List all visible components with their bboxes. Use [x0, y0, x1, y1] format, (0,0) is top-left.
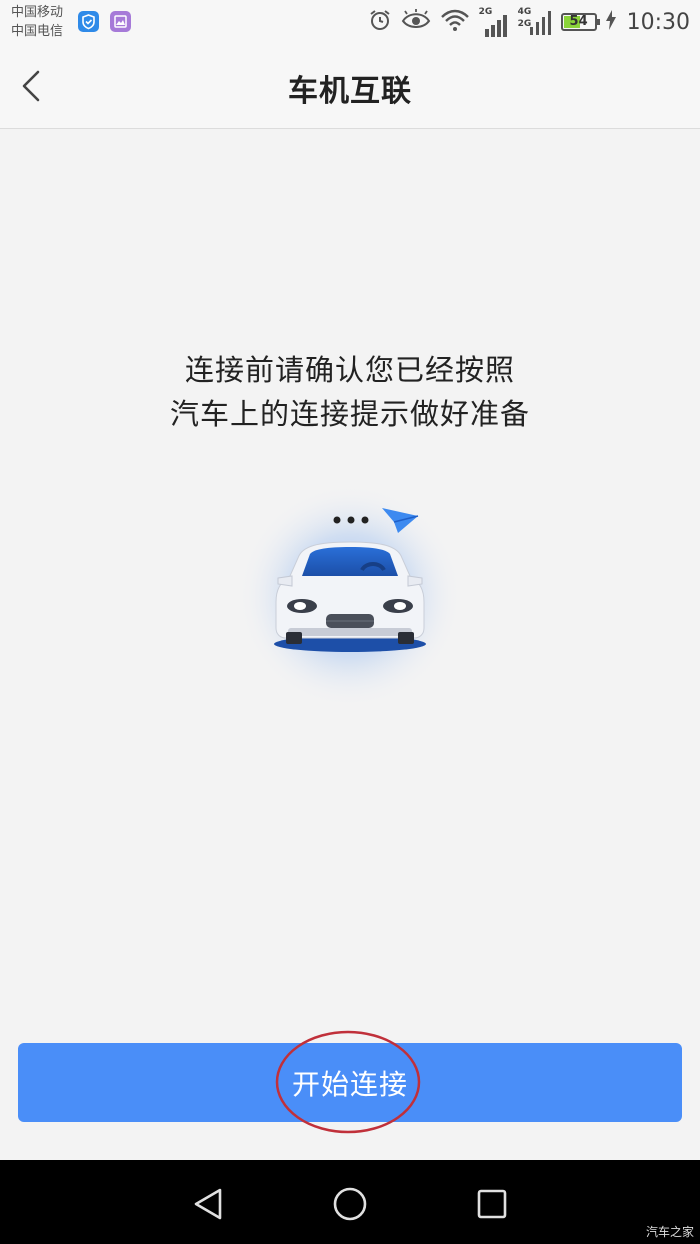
wifi-icon	[440, 8, 470, 36]
app-header: 车机互联	[0, 44, 700, 129]
nav-recent-button[interactable]	[472, 1184, 512, 1224]
instruction-line-1: 连接前请确认您已经按照	[184, 353, 515, 387]
battery-level-text: 54	[569, 14, 588, 29]
carrier-info: 中国移动 中国电信	[11, 3, 63, 41]
car-connect-icon	[230, 478, 470, 718]
shield-app-icon	[78, 11, 99, 32]
nav-back-icon	[188, 1188, 228, 1228]
nav-back-button[interactable]	[188, 1184, 228, 1224]
photo-app-icon	[110, 11, 131, 32]
status-indicators: 2G 4G 2G 54 10:30	[368, 0, 690, 44]
nav-home-icon	[330, 1187, 370, 1228]
start-connection-button[interactable]: 开始连接	[18, 1043, 682, 1122]
signal-icon: 2G	[479, 7, 509, 37]
carrier-label-2: 中国电信	[11, 24, 64, 39]
charging-icon	[605, 10, 616, 34]
alarm-icon	[368, 8, 392, 36]
eye-icon	[401, 8, 431, 36]
status-bar: 中国移动 中国电信 2G 4G 2G 54 10:30	[0, 0, 700, 44]
nav-home-button[interactable]	[330, 1184, 370, 1224]
start-connection-label: 开始连接	[291, 1067, 408, 1101]
connection-instructions: 连接前请确认您已经按照 汽车上的连接提示做好准备	[0, 348, 700, 436]
status-time: 10:30	[626, 9, 690, 35]
signal-icon: 4G 2G	[518, 7, 552, 37]
nav-recent-icon	[472, 1189, 512, 1228]
battery-icon: 54	[560, 13, 600, 31]
carrier-label-1: 中国移动	[11, 5, 64, 20]
watermark: 汽车之家	[645, 1225, 694, 1239]
system-nav-bar: 汽车之家	[0, 1160, 700, 1244]
page-title: 车机互联	[288, 74, 412, 109]
instruction-line-2: 汽车上的连接提示做好准备	[169, 397, 530, 431]
